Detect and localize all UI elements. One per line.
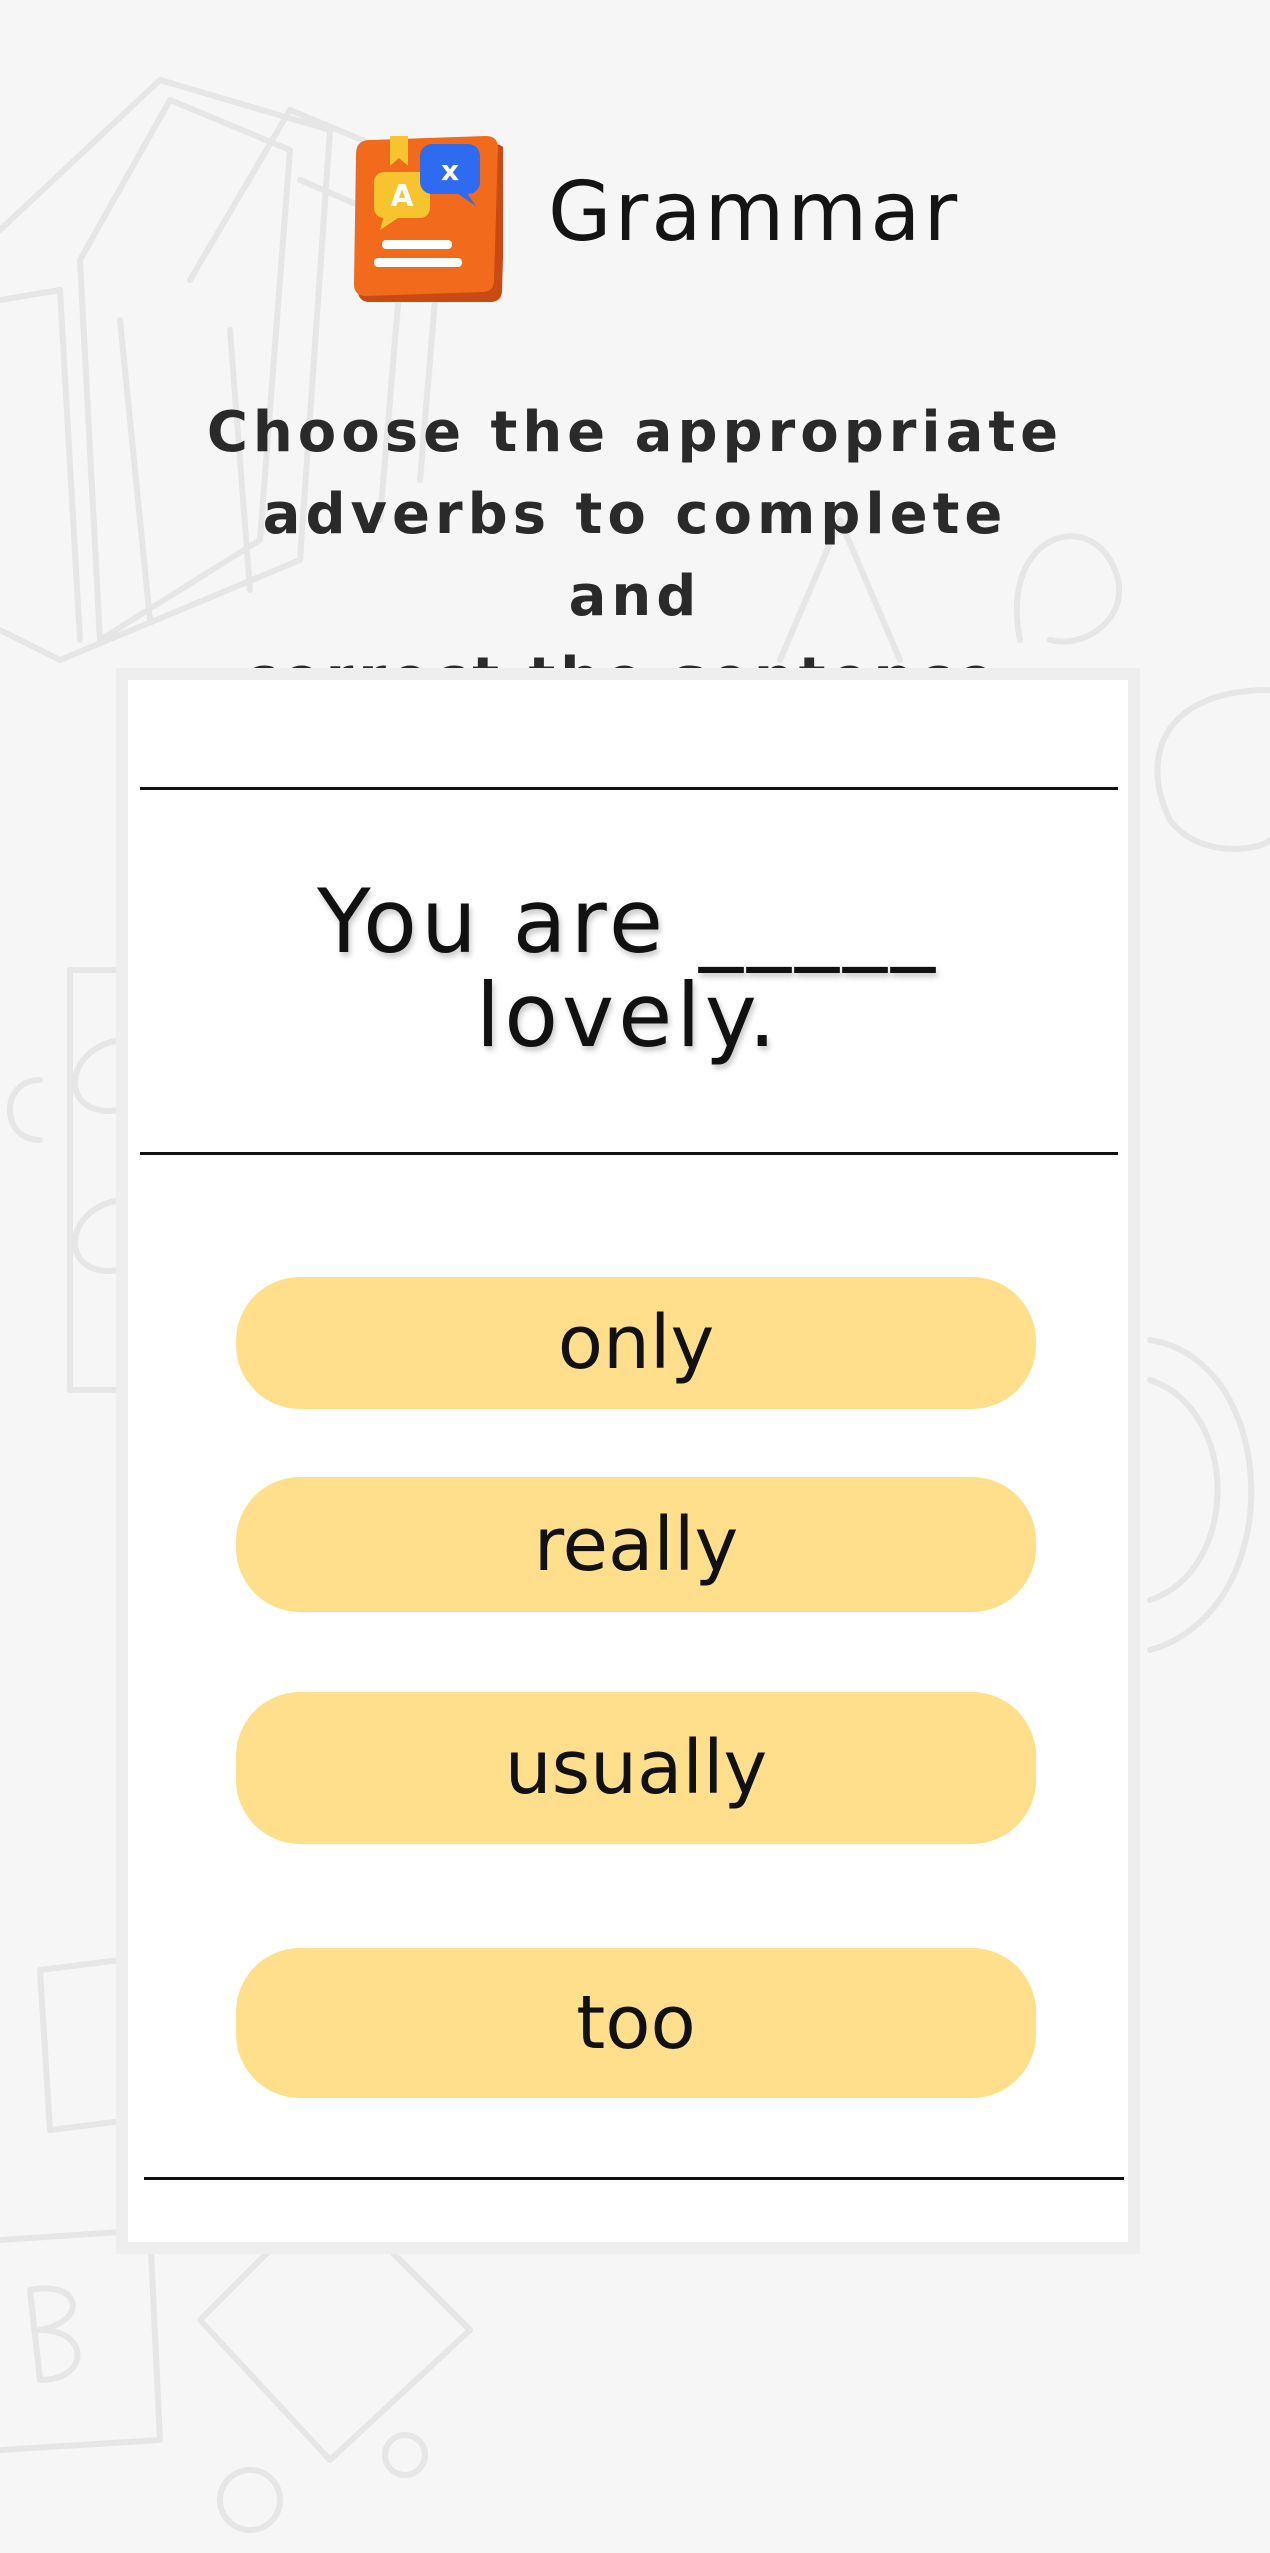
instructions-line: adverbs to complete and <box>262 482 1008 629</box>
answer-option-too[interactable]: too <box>236 1948 1036 2098</box>
svg-text:A: A <box>390 179 414 214</box>
header: A x Grammar <box>0 130 1270 320</box>
divider-top <box>140 787 1118 790</box>
answer-option-label: too <box>576 1980 696 2066</box>
divider-bottom <box>144 2177 1124 2180</box>
question-card: You are _____ lovely. only really usuall… <box>128 680 1128 2242</box>
svg-text:x: x <box>441 154 459 187</box>
answer-option-usually[interactable]: usually <box>236 1692 1036 1844</box>
question-line: lovely. <box>475 964 781 1067</box>
instructions-line: Choose the appropriate <box>206 400 1064 465</box>
answer-option-label: really <box>533 1501 739 1588</box>
answer-option-label: usually <box>504 1725 768 1811</box>
answer-option-label: only <box>557 1300 715 1386</box>
answer-option-only[interactable]: only <box>236 1277 1036 1409</box>
answer-option-really[interactable]: really <box>236 1477 1036 1612</box>
grammar-book-icon: A x <box>354 136 503 302</box>
app-title: Grammar <box>548 165 961 260</box>
question-line: You are _____ <box>317 870 939 973</box>
question-sentence: You are _____ lovely. <box>128 875 1128 1063</box>
instructions: Choose the appropriate adverbs to comple… <box>200 392 1070 720</box>
divider-middle <box>140 1152 1118 1155</box>
